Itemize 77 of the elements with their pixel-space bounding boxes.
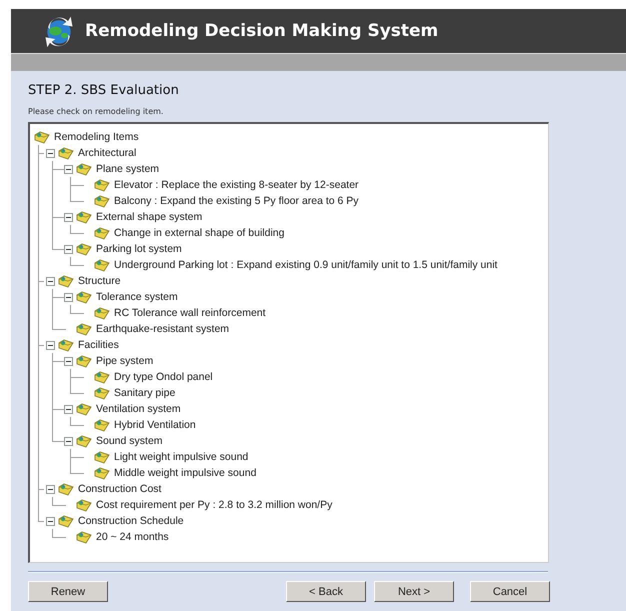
collapse-icon[interactable] (64, 292, 73, 302)
folder-icon (76, 402, 92, 416)
tree-item[interactable]: Elevator : Replace the existing 8-seater by 12-seater (114, 179, 359, 191)
tree-item[interactable]: Underground Parking lot : Expand existing 0.9 unit/family unit to 1.5 unit/family unit (114, 259, 498, 271)
tree-connector (70, 225, 84, 234)
tree-item[interactable]: Sanitary pipe (114, 387, 176, 399)
folder-icon (94, 418, 110, 432)
collapse-icon[interactable] (64, 212, 73, 222)
folder-icon (94, 178, 110, 192)
tree-item[interactable]: Hybrid Ventilation (114, 419, 196, 431)
collapse-icon[interactable] (64, 404, 73, 414)
tree-item[interactable]: Pipe system (96, 355, 154, 367)
collapse-icon[interactable] (64, 356, 73, 366)
folder-icon (94, 226, 110, 240)
collapse-icon[interactable] (64, 244, 73, 254)
collapse-icon[interactable] (64, 436, 73, 446)
collapse-icon[interactable] (46, 276, 55, 286)
collapse-icon[interactable] (46, 484, 55, 494)
folder-icon (76, 322, 92, 336)
folder-icon (94, 306, 110, 320)
tree-item[interactable]: Plane system (96, 163, 160, 175)
folder-icon (76, 354, 92, 368)
folder-icon (58, 514, 74, 528)
folder-icon (58, 338, 74, 352)
tree-connector (70, 257, 84, 266)
collapse-icon[interactable] (46, 148, 55, 158)
tree-item[interactable]: Facilities (78, 339, 119, 351)
folder-icon (76, 162, 92, 176)
folder-icon (58, 274, 74, 288)
tree-item[interactable]: Balcony : Expand the existing 5 Py floor area to 6 Py (114, 195, 359, 207)
folder-icon (76, 290, 92, 304)
tree-connector (70, 417, 84, 426)
step-title: STEP 2. SBS Evaluation (28, 83, 180, 98)
tree-item[interactable]: RC Tolerance wall reinforcement (114, 307, 266, 319)
tree-connector (52, 497, 66, 506)
collapse-icon[interactable] (46, 340, 55, 350)
app-title: Remodeling Decision Making System (85, 21, 438, 41)
folder-icon (58, 482, 74, 496)
folder-icon (94, 466, 110, 480)
collapse-icon[interactable] (64, 164, 73, 174)
wizard-button[interactable]: Cancel (470, 581, 550, 602)
tree-item[interactable]: Dry type Ondol panel (114, 371, 213, 383)
tree-item[interactable]: Parking lot system (96, 243, 182, 255)
folder-icon (76, 242, 92, 256)
tree-item[interactable]: Change in external shape of building (114, 227, 284, 239)
folder-icon (34, 130, 50, 144)
tree-item[interactable]: Light weight impulsive sound (114, 451, 248, 463)
tree-connector (52, 529, 66, 538)
collapse-icon[interactable] (46, 516, 55, 526)
tree-item[interactable]: External shape system (96, 211, 202, 223)
tree-item[interactable]: Construction Schedule (78, 515, 184, 527)
tree-item[interactable]: Structure (78, 275, 121, 287)
tree-item[interactable]: Sound system (96, 435, 163, 447)
wizard-button[interactable]: < Back (286, 581, 366, 602)
tree-item[interactable]: Earthquake-resistant system (96, 323, 230, 335)
tree-item[interactable]: Ventilation system (96, 403, 181, 415)
folder-icon (94, 450, 110, 464)
folder-icon (94, 370, 110, 384)
wizard-button[interactable]: Renew (28, 581, 108, 602)
tree-item[interactable]: Tolerance system (96, 291, 178, 303)
tree-item[interactable]: Construction Cost (78, 483, 162, 495)
folder-icon (58, 146, 74, 160)
folder-icon (76, 210, 92, 224)
instruction-text: Please check on remodeling item. (28, 107, 164, 116)
tree-item[interactable]: Architectural (78, 147, 136, 159)
folder-icon (76, 498, 92, 512)
folder-icon (94, 386, 110, 400)
tree-item[interactable]: Remodeling Items (54, 131, 139, 143)
wizard-button[interactable]: Next > (374, 581, 454, 602)
tree-connector (70, 305, 84, 314)
tree-item[interactable]: Middle weight impulsive sound (114, 467, 256, 479)
folder-icon (94, 258, 110, 272)
folder-icon (76, 434, 92, 448)
folder-icon (76, 530, 92, 544)
tree-item[interactable]: Cost requirement per Py : 2.8 to 3.2 million won/Py (96, 499, 332, 511)
tree-item[interactable]: 20 ~ 24 months (96, 531, 169, 543)
folder-icon (94, 194, 110, 208)
